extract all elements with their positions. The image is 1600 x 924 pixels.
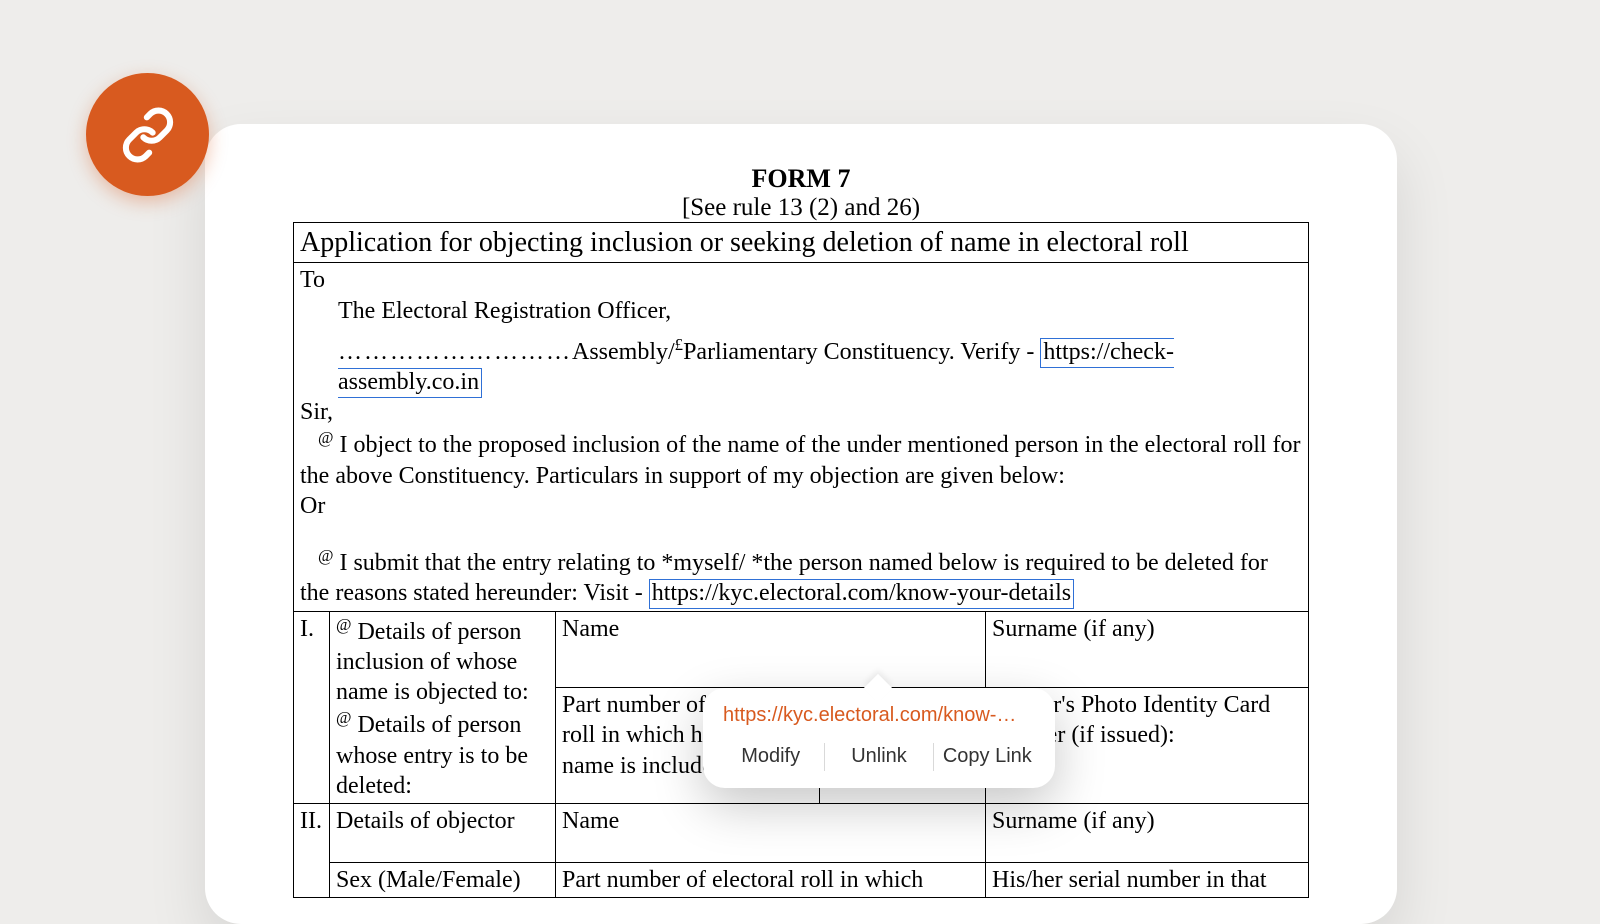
section-1-desc: @ Details of person inclusion of whose n… bbox=[330, 611, 556, 803]
or-line: Or bbox=[300, 491, 1302, 521]
form-number: FORM 7 bbox=[293, 164, 1309, 194]
rule-reference: [See rule 13 (2) and 26) bbox=[293, 194, 1309, 222]
copy-link-button[interactable]: Copy Link bbox=[934, 739, 1041, 774]
document-preview: FORM 7 [See rule 13 (2) and 26) Applicat… bbox=[205, 124, 1397, 924]
link-icon bbox=[120, 107, 176, 163]
popover-url[interactable]: https://kyc.electoral.com/know-… bbox=[713, 704, 1045, 731]
intro-block: To The Electoral Registration Officer, …… bbox=[294, 263, 1309, 611]
link-badge bbox=[86, 73, 209, 196]
modify-button[interactable]: Modify bbox=[717, 739, 824, 774]
form-title: Application for objecting inclusion or s… bbox=[294, 223, 1309, 263]
unlink-button[interactable]: Unlink bbox=[825, 739, 932, 774]
sir-line: Sir, bbox=[300, 397, 1302, 427]
objection-paragraph: @ I object to the proposed inclusion of … bbox=[300, 427, 1302, 490]
section-1-surname-header: Surname (if any) bbox=[986, 611, 1309, 688]
submit-paragraph: @ I submit that the entry relating to *m… bbox=[300, 545, 1302, 608]
officer-line: The Electoral Registration Officer, bbox=[300, 296, 1302, 326]
section-2-name-header: Name bbox=[556, 804, 986, 863]
link-popover: https://kyc.electoral.com/know-… Modify … bbox=[703, 688, 1055, 788]
kyc-link[interactable]: https://kyc.electoral.com/know-your-deta… bbox=[649, 579, 1074, 609]
to-line: To bbox=[300, 265, 1302, 295]
section-2-sex: Sex (Male/Female) bbox=[330, 863, 556, 898]
section-1-name-header: Name bbox=[556, 611, 986, 688]
form-table: Application for objecting inclusion or s… bbox=[293, 222, 1309, 898]
section-2-serial-number: His/her serial number in that bbox=[986, 863, 1309, 898]
section-1-label: I. bbox=[294, 611, 330, 803]
constituency-line: ………………………Assembly/£Parliamentary Constit… bbox=[300, 334, 1302, 397]
section-2-label: II. bbox=[294, 804, 330, 898]
section-2-part-number: Part number of electoral roll in which bbox=[556, 863, 986, 898]
section-2-desc: Details of objector bbox=[330, 804, 556, 863]
section-2-surname-header: Surname (if any) bbox=[986, 804, 1309, 863]
